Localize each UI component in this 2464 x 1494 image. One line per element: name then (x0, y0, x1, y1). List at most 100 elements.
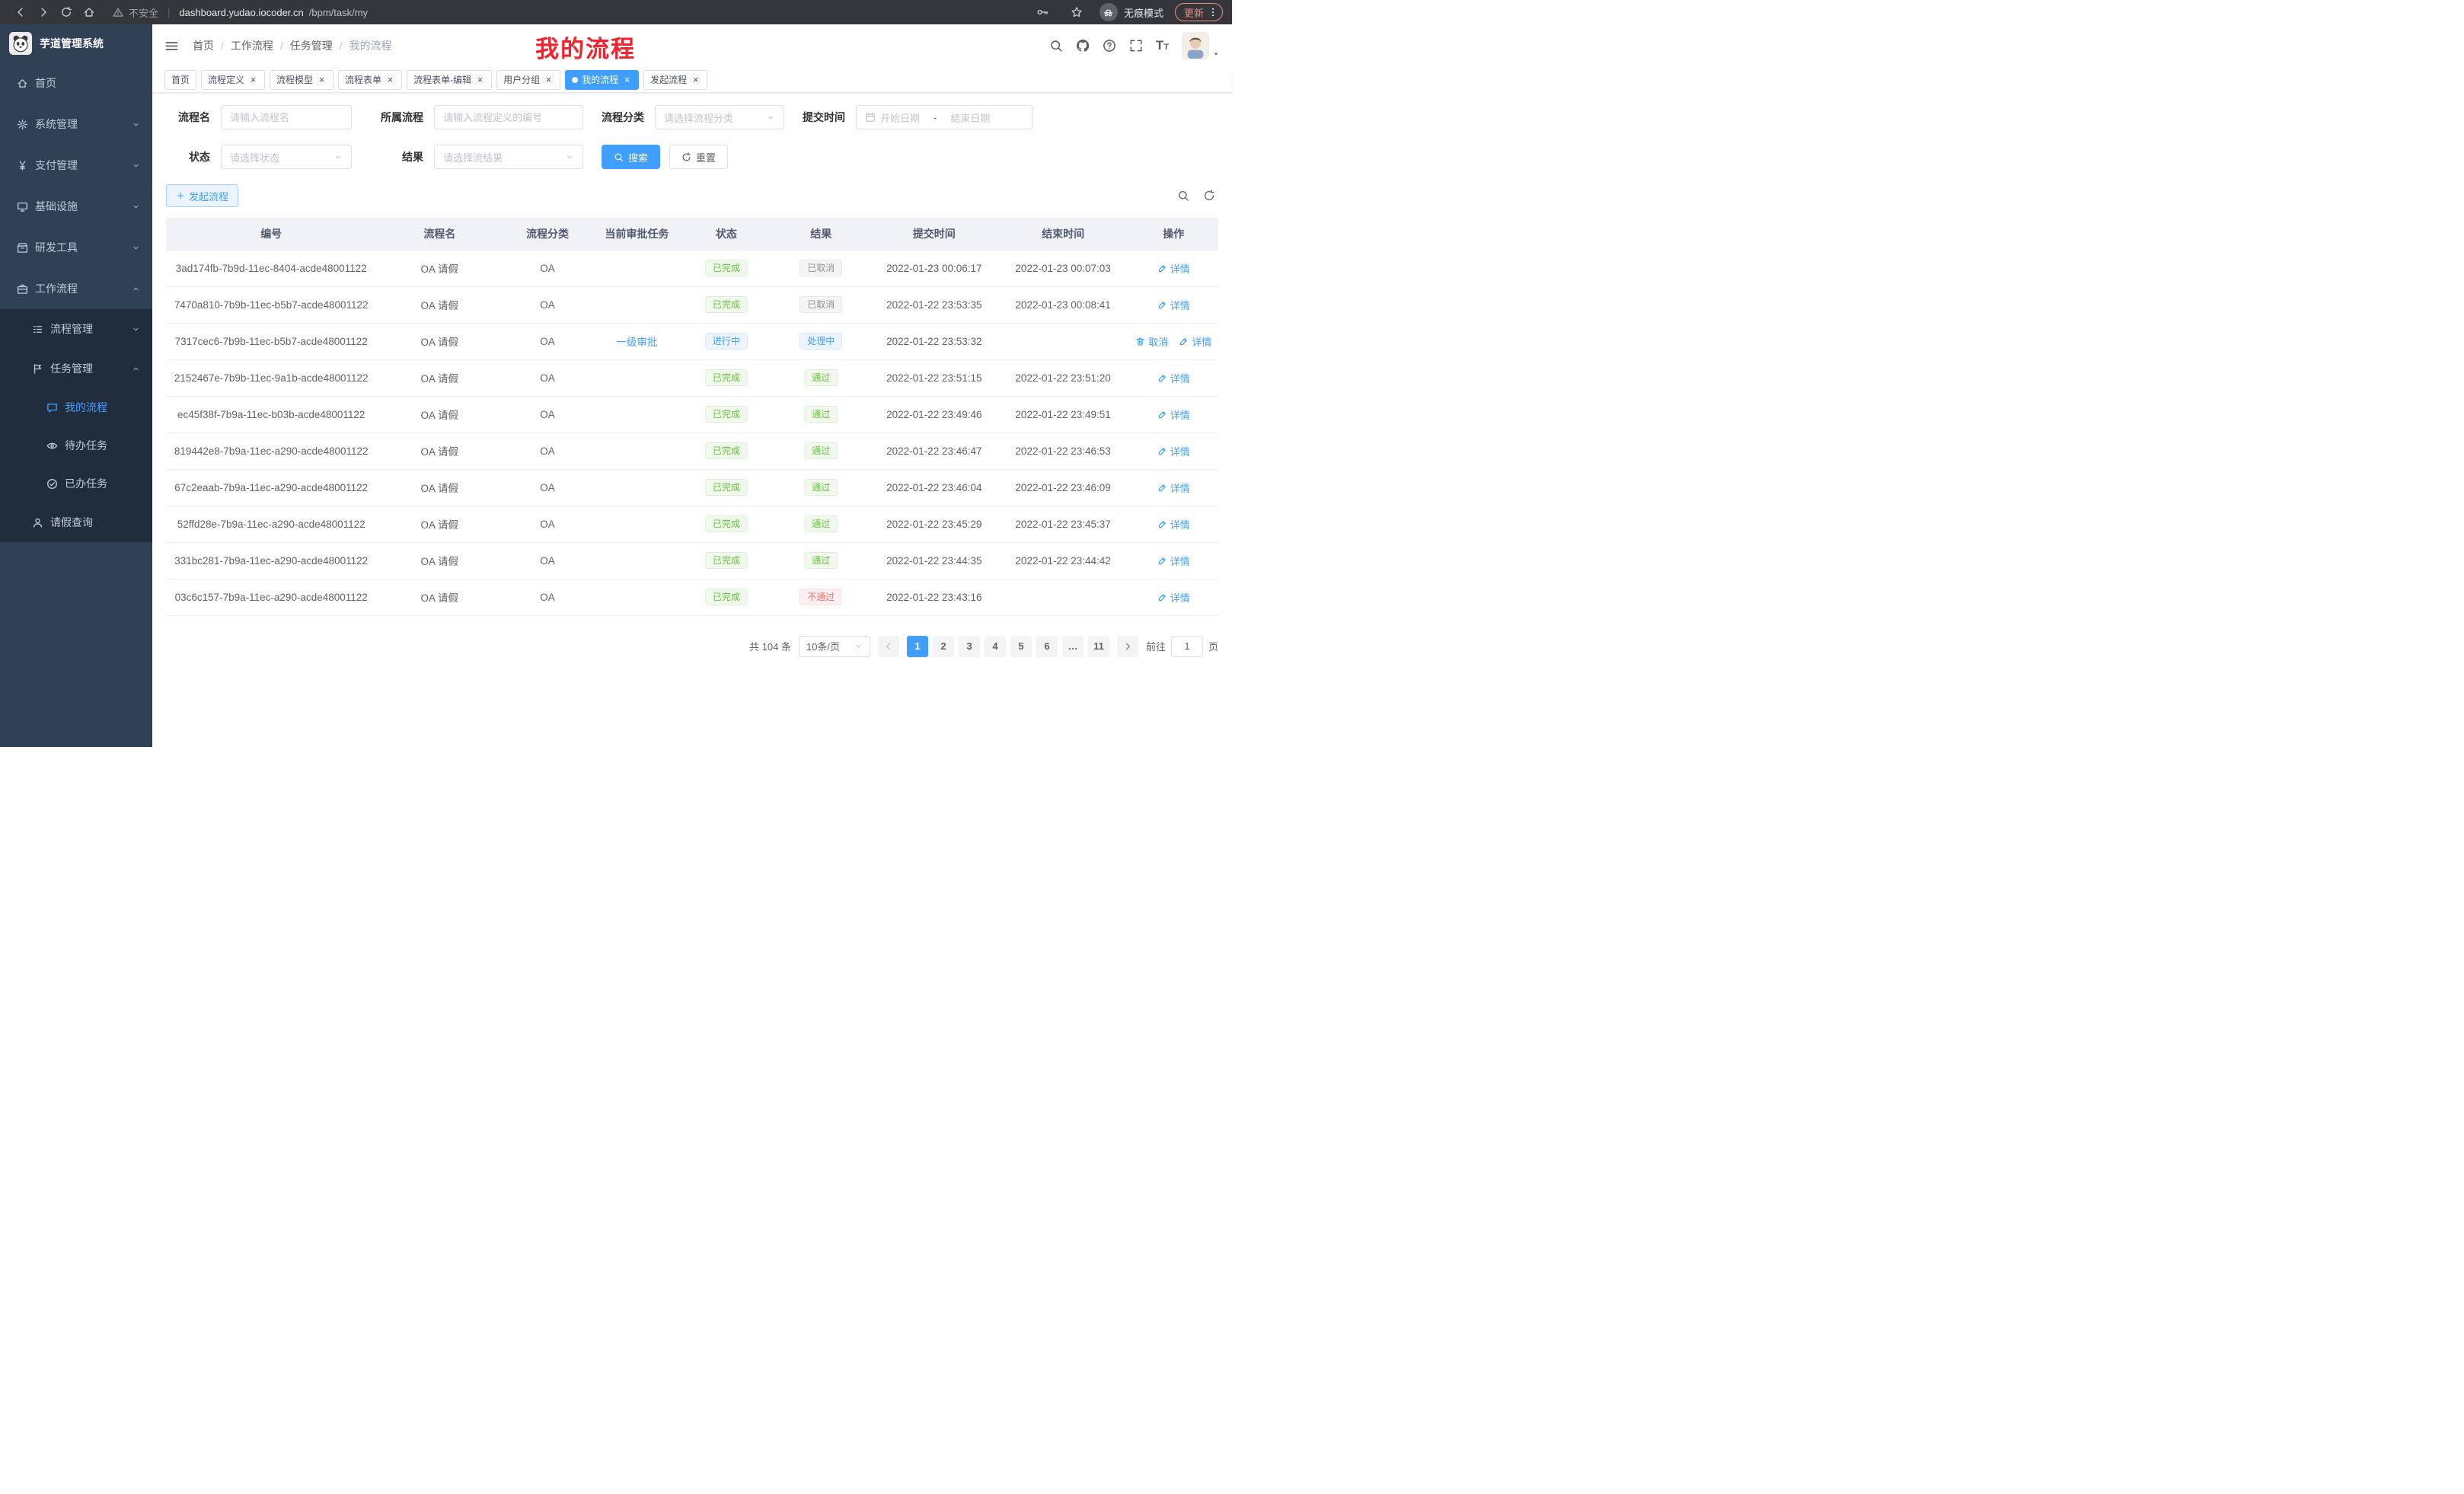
create-process-button[interactable]: 发起流程 (166, 184, 238, 207)
tab-start-process[interactable]: 发起流程× (643, 70, 707, 90)
sidebar-item-home[interactable]: 首页 (0, 62, 152, 104)
detail-link[interactable]: 详情 (1157, 590, 1190, 605)
reset-button[interactable]: 重置 (669, 145, 728, 169)
address-bar[interactable]: 不安全 | dashboard.yudao.iocoder.cn/bpm/tas… (113, 5, 1031, 20)
filter-row-1: 流程名 所属流程 流程分类 请选择流程分类 (166, 105, 1218, 129)
browser-back-icon[interactable] (14, 6, 27, 18)
tab-close-icon[interactable]: × (385, 75, 395, 85)
cancel-link[interactable]: 取消 (1135, 334, 1168, 349)
status-tag: 已完成 (705, 406, 748, 423)
date-range-picker[interactable]: 开始日期 - 结束日期 (856, 105, 1033, 129)
status-select[interactable]: 请选择状态 (221, 145, 352, 169)
table-row: 7317cec6-7b9b-11ec-b5b7-acde48001122OA 请… (166, 323, 1218, 359)
detail-link[interactable]: 详情 (1157, 517, 1190, 532)
search-button[interactable]: 搜索 (602, 145, 660, 169)
current-task-link[interactable]: 一级审批 (616, 337, 657, 348)
tab-close-icon[interactable]: × (317, 75, 327, 85)
prev-page-button[interactable] (878, 636, 899, 657)
detail-link[interactable]: 详情 (1179, 334, 1211, 349)
breadcrumb-item[interactable]: 我的流程 (349, 38, 392, 53)
sidebar-toggle-icon[interactable] (164, 39, 179, 53)
page-button-3[interactable]: 3 (959, 636, 980, 657)
sidebar-item-process-mgmt[interactable]: 流程管理 (0, 309, 152, 349)
help-icon[interactable] (1103, 39, 1116, 53)
tab-process-form[interactable]: 流程表单 × (338, 70, 402, 90)
breadcrumb-item[interactable]: 首页 (193, 38, 214, 53)
breadcrumb-item[interactable]: 工作流程 (231, 38, 273, 53)
result-select[interactable]: 请选择流结果 (434, 145, 583, 169)
sidebar-item-my-process[interactable]: 我的流程 (0, 388, 152, 426)
font-size-icon[interactable]: TT (1156, 38, 1169, 53)
bookmark-star-icon[interactable] (1071, 6, 1083, 18)
sidebar-item-infrastructure[interactable]: 基础设施 (0, 186, 152, 227)
page-button-11[interactable]: 11 (1088, 636, 1109, 657)
sidebar-item-payment[interactable]: 支付管理 (0, 145, 152, 186)
sidebar-item-task-mgmt[interactable]: 任务管理 (0, 349, 152, 388)
page-button-6[interactable]: 6 (1036, 636, 1058, 657)
page-button-5[interactable]: 5 (1010, 636, 1032, 657)
tab-close-icon[interactable]: × (475, 75, 485, 85)
user-avatar[interactable] (1182, 32, 1220, 59)
action-label: 详情 (1170, 517, 1190, 532)
tab-close-icon[interactable]: × (544, 75, 554, 85)
detail-link[interactable]: 详情 (1157, 261, 1190, 276)
detail-link[interactable]: 详情 (1157, 407, 1190, 422)
avatar-image (1182, 32, 1209, 59)
sidebar-item-dev-tools[interactable]: 研发工具 (0, 227, 152, 268)
goto-input[interactable] (1171, 636, 1203, 657)
tab-home[interactable]: 首页 (164, 70, 196, 90)
browser-home-icon[interactable] (83, 6, 95, 18)
fullscreen-icon[interactable] (1129, 39, 1143, 53)
detail-link[interactable]: 详情 (1157, 480, 1190, 495)
column-header: 操作 (1128, 218, 1218, 250)
browser-reload-icon[interactable] (60, 6, 72, 18)
tab-process-form-edit[interactable]: 流程表单-编辑× (407, 70, 492, 90)
detail-link[interactable]: 详情 (1157, 371, 1190, 385)
cell-category: OA (503, 542, 592, 579)
sidebar-item-system[interactable]: 系统管理 (0, 104, 152, 145)
page-button-4[interactable]: 4 (985, 636, 1006, 657)
sidebar-item-workflow[interactable]: 工作流程 (0, 268, 152, 309)
tab-label: 流程表单 (345, 73, 381, 86)
detail-link[interactable]: 详情 (1157, 554, 1190, 568)
toggle-search-icon[interactable] (1177, 190, 1189, 202)
sidebar-item-done-task[interactable]: 已办任务 (0, 464, 152, 503)
cell-id: 2152467e-7b9b-11ec-9a1b-acde48001122 (166, 359, 376, 396)
password-key-icon[interactable] (1036, 6, 1048, 18)
tab-process-definition[interactable]: 流程定义× (201, 70, 265, 90)
page-button-1[interactable]: 1 (907, 636, 928, 657)
browser-forward-icon[interactable] (37, 6, 49, 18)
sidebar-item-todo-task[interactable]: 待办任务 (0, 426, 152, 464)
tab-my-process[interactable]: 我的流程× (565, 70, 639, 90)
sidebar-item-leave-query[interactable]: 请假查询 (0, 503, 152, 542)
category-select[interactable]: 请选择流程分类 (655, 105, 784, 129)
cell-id: 331bc281-7b9a-11ec-a290-acde48001122 (166, 542, 376, 579)
app-logo[interactable]: 芋道管理系统 (0, 24, 152, 62)
detail-link[interactable]: 详情 (1157, 444, 1190, 458)
process-name-input[interactable] (230, 112, 343, 123)
cell-id: 7317cec6-7b9b-11ec-b5b7-acde48001122 (166, 323, 376, 359)
tab-close-icon[interactable]: × (248, 75, 258, 85)
tab-process-model[interactable]: 流程模型× (270, 70, 334, 90)
cell-category: OA (503, 469, 592, 506)
page-size-select[interactable]: 10条/页 (799, 636, 870, 657)
tab-user-group[interactable]: 用户分组 × (496, 70, 560, 90)
tab-close-icon[interactable]: × (691, 75, 701, 85)
browser-menu-icon[interactable] (1208, 7, 1218, 18)
next-arrow-icon (1123, 642, 1132, 651)
process-def-input[interactable] (443, 112, 574, 123)
cell-end-time: 2022-01-22 23:49:51 (997, 396, 1129, 433)
header-search-icon[interactable] (1049, 39, 1063, 53)
github-icon[interactable] (1076, 39, 1090, 53)
breadcrumb: 首页/工作流程/任务管理/我的流程 (193, 38, 392, 53)
tab-label: 用户分组 (503, 73, 540, 86)
next-page-button[interactable] (1117, 636, 1138, 657)
detail-link[interactable]: 详情 (1157, 298, 1190, 312)
page-button-2[interactable]: 2 (933, 636, 954, 657)
browser-update-button[interactable]: 更新 (1175, 3, 1223, 21)
breadcrumb-item[interactable]: 任务管理 (290, 38, 333, 53)
refresh-table-icon[interactable] (1203, 190, 1215, 202)
process-table: 编号流程名流程分类当前审批任务状态结果提交时间结束时间操作 3ad174fb-7… (166, 218, 1218, 616)
page-ellipsis[interactable]: … (1062, 636, 1084, 657)
tab-close-icon[interactable]: × (622, 75, 632, 85)
